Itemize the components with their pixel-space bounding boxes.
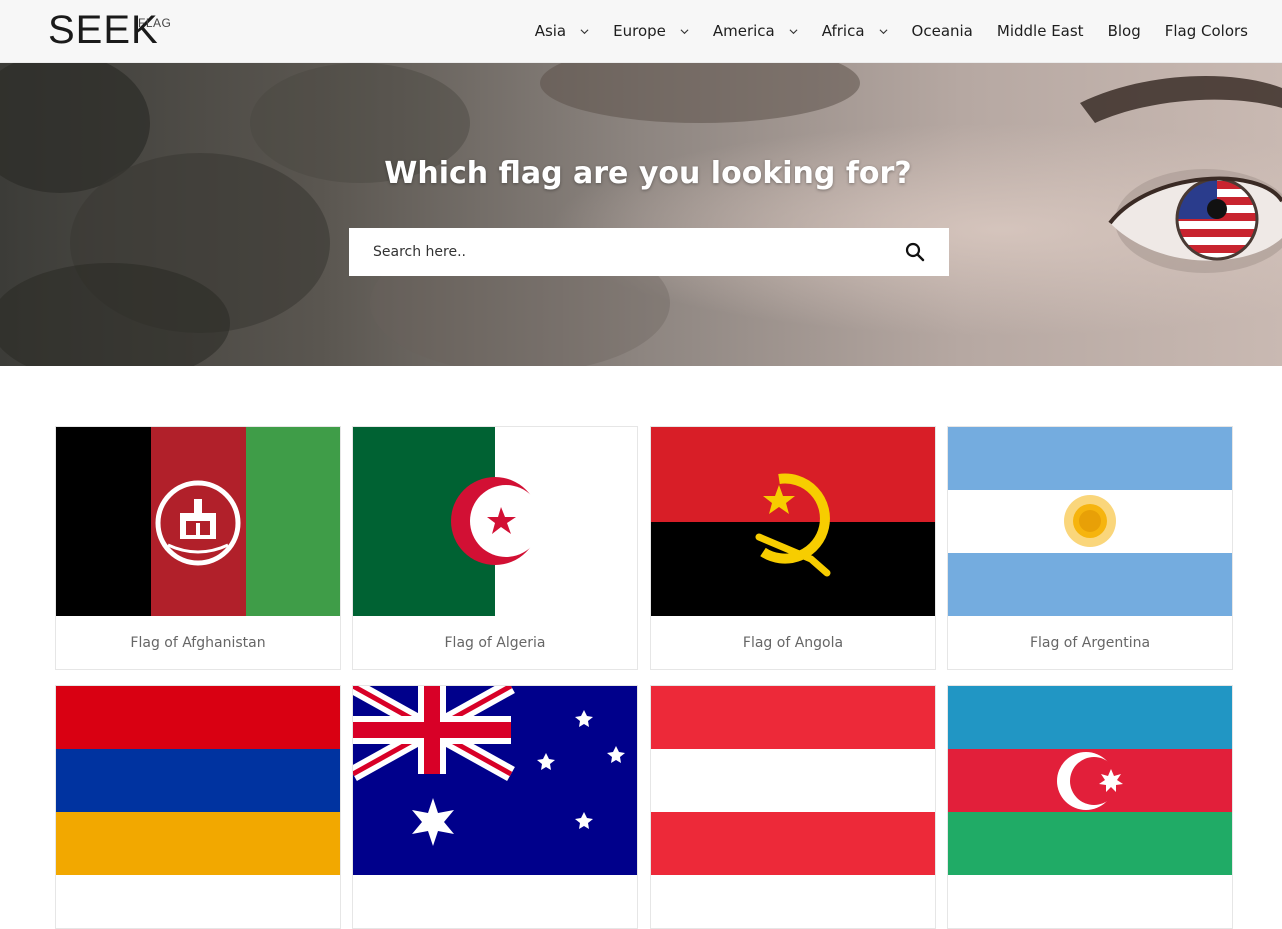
flag-caption: Flag of Afghanistan [130,634,266,651]
flag-caption: Flag of Argentina [1029,634,1151,651]
nav-label: America [712,22,775,40]
hero-background-image [0,63,1282,366]
flag-card-australia[interactable] [352,685,638,929]
nav-label: Asia [534,22,567,40]
chevron-down-icon[interactable] [580,27,589,36]
search-box [349,228,949,276]
flag-card-algeria[interactable]: Flag of Algeria [352,426,638,670]
hero-banner: Which flag are you looking for? [0,63,1282,366]
angola-flag-icon [651,427,935,616]
flag-card-azerbaijan[interactable] [947,685,1233,929]
nav-item-africa[interactable]: Africa [822,22,888,40]
flag-caption [651,875,935,928]
nav-item-europe[interactable]: Europe [613,22,689,40]
chevron-down-icon[interactable] [680,27,689,36]
nav-label: Blog [1107,22,1141,40]
nav-label: Africa [821,22,865,40]
australia-flag-icon [353,686,637,875]
nav-label: Oceania [911,22,973,40]
flag-caption: Flag of Angola [742,634,844,651]
chevron-down-icon[interactable] [879,27,888,36]
flag-card-afghanistan[interactable]: Flag of Afghanistan [55,426,341,670]
nav-label: Middle East [996,22,1084,40]
flag-caption [353,875,637,928]
austria-flag-icon [651,686,935,875]
logo-superscript: FLAG [138,16,172,30]
flag-card-angola[interactable]: Flag of Angola [650,426,936,670]
afghanistan-flag-icon [56,427,340,616]
flag-card-armenia[interactable] [55,685,341,929]
search-icon[interactable] [905,242,925,262]
nav-item-flag-colors[interactable]: Flag Colors [1165,22,1248,40]
flag-card-austria[interactable] [650,685,936,929]
nav-item-blog[interactable]: Blog [1108,22,1141,40]
algeria-flag-icon [353,427,637,616]
azerbaijan-flag-icon [948,686,1232,875]
chevron-down-icon[interactable] [789,27,798,36]
flag-caption [56,875,340,928]
hero-title: Which flag are you looking for? [384,156,912,191]
main-nav: Asia Europe America Africa Oceania Middl… [511,0,1248,62]
search-input[interactable] [349,228,889,276]
nav-item-middle-east[interactable]: Middle East [997,22,1084,40]
flag-card-argentina[interactable]: Flag of Argentina [947,426,1233,670]
nav-label: Europe [613,22,666,40]
site-header: SEEK FLAG Asia Europe America Africa Oce… [0,0,1282,63]
flag-caption: Flag of Algeria [444,634,546,651]
nav-item-america[interactable]: America [713,22,798,40]
logo-wordmark: SEEK [48,8,159,52]
nav-item-oceania[interactable]: Oceania [912,22,973,40]
armenia-flag-icon [56,686,340,875]
argentina-flag-icon [948,427,1232,616]
flag-caption [948,875,1232,928]
nav-item-asia[interactable]: Asia [535,22,589,40]
nav-label: Flag Colors [1164,22,1248,40]
